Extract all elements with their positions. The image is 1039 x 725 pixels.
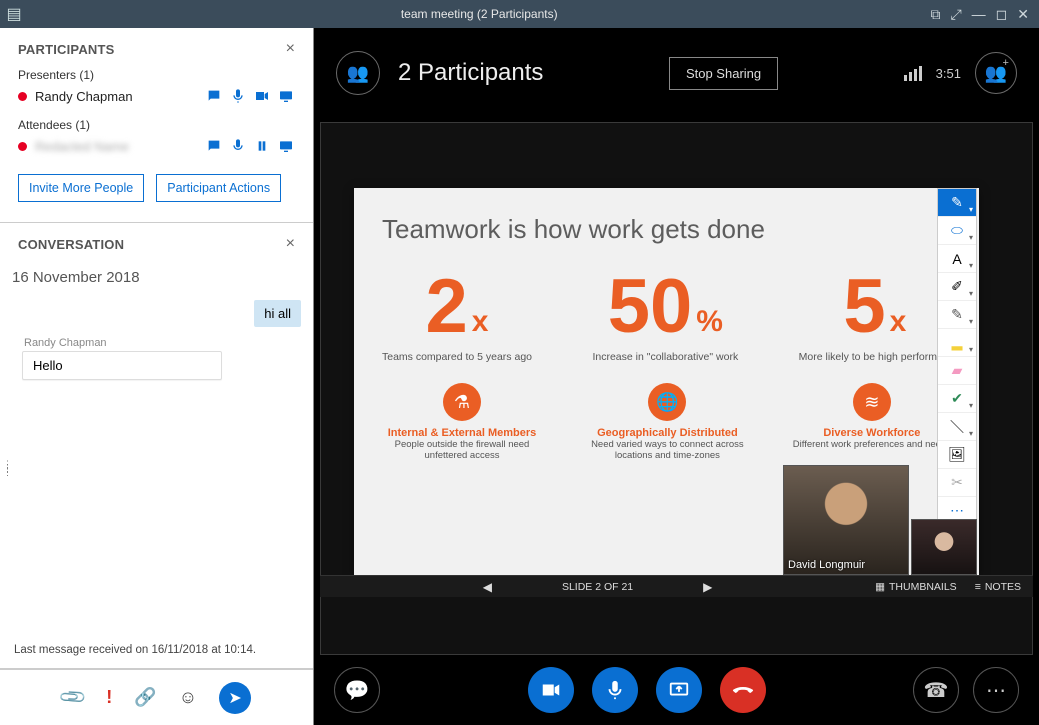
eraser-tool[interactable]: ▰: [938, 357, 976, 385]
close-conversation-icon[interactable]: ×: [286, 235, 295, 253]
mic-icon[interactable]: [229, 88, 247, 104]
participant-count: 2 Participants: [398, 59, 543, 87]
signal-icon: [904, 66, 922, 81]
important-icon[interactable]: !: [106, 687, 112, 708]
presenters-label: Presenters (1): [0, 64, 313, 86]
prev-slide-button[interactable]: ◀: [483, 580, 492, 594]
window-title: team meeting (2 Participants): [28, 7, 930, 21]
slide-nav-bar: ◀ SLIDE 2 OF 21 ▶ ▦THUMBNAILS ≡NOTES: [320, 575, 1033, 597]
globe-icon: 🌐: [648, 383, 686, 421]
notes-button[interactable]: ≡NOTES: [975, 581, 1021, 593]
message-text: hi all: [254, 300, 301, 327]
popout-icon[interactable]: ⧉: [930, 6, 940, 23]
participant-name: Redacted Name: [35, 139, 129, 154]
message-input-toolbar: 📎 ! 🔗 ☺ ➤: [0, 669, 313, 725]
pencil-tool[interactable]: ✎▾: [938, 301, 976, 329]
line-tool[interactable]: ＼▾: [938, 413, 976, 441]
sharing-icon[interactable]: [277, 138, 295, 154]
conversation-date: 16 November 2018: [0, 259, 313, 292]
close-participants-icon[interactable]: ×: [286, 40, 295, 58]
video-icon[interactable]: [253, 88, 271, 104]
close-window-icon[interactable]: ✕: [1017, 6, 1029, 23]
participant-row[interactable]: Randy Chapman: [0, 86, 313, 106]
slide-feature: ⚗ Internal & External Members People out…: [382, 383, 542, 461]
maximize-icon[interactable]: ◻: [996, 6, 1008, 23]
minimize-icon[interactable]: —: [972, 6, 986, 22]
mic-icon[interactable]: [229, 138, 247, 154]
participants-title: PARTICIPANTS: [18, 42, 115, 57]
message-incoming: hi all: [12, 300, 301, 327]
pointer-tool[interactable]: ⬭▾: [938, 217, 976, 245]
title-bar: ▤ team meeting (2 Participants) ⧉ ⤢ — ◻ …: [0, 0, 1039, 28]
avatar: [912, 520, 976, 574]
emoji-icon[interactable]: ☺: [179, 687, 197, 708]
video-pip-primary[interactable]: David Longmuir: [783, 465, 909, 575]
im-icon[interactable]: [205, 88, 223, 104]
slide-title: Teamwork is how work gets done: [382, 214, 951, 245]
presence-icon: [18, 142, 27, 151]
video-toggle-button[interactable]: [528, 667, 574, 713]
next-slide-button[interactable]: ▶: [703, 580, 712, 594]
last-message-info: Last message received on 16/11/2018 at 1…: [0, 644, 313, 668]
text-tool[interactable]: A▾: [938, 245, 976, 273]
mute-button[interactable]: [592, 667, 638, 713]
invite-more-button[interactable]: Invite More People: [18, 174, 144, 202]
conversation-title: CONVERSATION: [18, 237, 124, 252]
slide-counter: SLIDE 2 OF 21: [562, 581, 633, 593]
delete-tool[interactable]: ✂: [938, 469, 976, 497]
send-button[interactable]: ➤: [219, 682, 251, 714]
stop-sharing-button[interactable]: Stop Sharing: [669, 57, 778, 90]
message-text: Hello: [22, 351, 222, 380]
pen-tool[interactable]: ✎▾: [938, 189, 976, 217]
fullscreen-icon[interactable]: ⤢: [950, 6, 961, 23]
link-icon[interactable]: 🔗: [134, 687, 156, 708]
device-button[interactable]: ☎: [913, 667, 959, 713]
hangup-button[interactable]: [720, 667, 766, 713]
share-button[interactable]: [656, 667, 702, 713]
slide-stat: 50% Increase in "collaborative" work: [592, 269, 738, 363]
resize-handle[interactable]: ⋮⋮⋮⋮⋮⋮: [0, 462, 11, 474]
message-sender: Randy Chapman: [12, 337, 301, 349]
participant-actions-button[interactable]: Participant Actions: [156, 174, 281, 202]
marker-tool[interactable]: ✐▾: [938, 273, 976, 301]
layers-icon: ≋: [853, 383, 891, 421]
message-outgoing: Hello: [22, 351, 301, 380]
slide-feature: ≋ Diverse Workforce Different work prefe…: [793, 383, 951, 461]
thumbnails-button[interactable]: ▦THUMBNAILS: [875, 581, 957, 593]
people-button[interactable]: 👥: [336, 51, 380, 95]
highlighter-tool[interactable]: ▂▾: [938, 329, 976, 357]
image-tool[interactable]: 🖼: [938, 441, 976, 469]
chat-toggle-icon[interactable]: ▤: [0, 4, 28, 24]
call-timer: 3:51: [936, 66, 961, 81]
attendees-label: Attendees (1): [0, 114, 313, 136]
chat-button[interactable]: 💬: [334, 667, 380, 713]
sharing-icon[interactable]: [277, 88, 295, 104]
network-icon: ⚗: [443, 383, 481, 421]
slide-stat: 5x More likely to be high performing: [799, 269, 951, 363]
slide-feature: 🌐 Geographically Distributed Need varied…: [587, 383, 747, 461]
sidebar: PARTICIPANTS × Presenters (1) Randy Chap…: [0, 28, 314, 725]
avatar: [784, 466, 908, 574]
participant-name: Randy Chapman: [35, 89, 133, 104]
im-icon[interactable]: [205, 138, 223, 154]
onhold-icon[interactable]: [253, 138, 271, 154]
annotation-toolbar: ✎▾ ⬭▾ A▾ ✐▾ ✎▾ ▂▾ ▰ ✔▾ ＼▾ 🖼 ✂ ⋯: [937, 188, 977, 526]
slide-stat: 2x Teams compared to 5 years ago: [382, 269, 532, 363]
check-tool[interactable]: ✔▾: [938, 385, 976, 413]
video-pip-self[interactable]: [911, 519, 977, 575]
meeting-stage: 👥 2 Participants Stop Sharing 3:51 👥+ Te…: [314, 28, 1039, 725]
more-options-button[interactable]: ⋯: [973, 667, 1019, 713]
pip-name: David Longmuir: [788, 559, 865, 571]
call-control-bar: 💬 ☎ ⋯: [314, 655, 1039, 725]
participant-row[interactable]: Redacted Name: [0, 136, 313, 156]
attach-icon[interactable]: 📎: [58, 682, 89, 713]
presence-icon: [18, 92, 27, 101]
add-participant-button[interactable]: 👥+: [975, 52, 1017, 94]
